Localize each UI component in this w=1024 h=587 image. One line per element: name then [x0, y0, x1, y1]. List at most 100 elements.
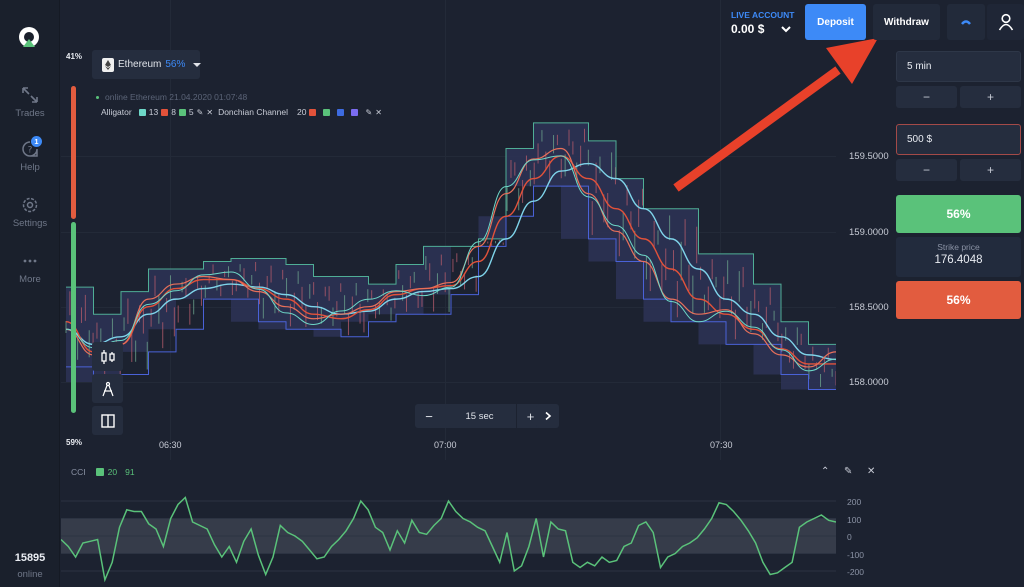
- alligator-lips-value: 5: [188, 107, 194, 117]
- drawing-tools-button[interactable]: [92, 374, 123, 403]
- duration-input[interactable]: 5 min: [896, 51, 1021, 82]
- caret-down-icon: [193, 62, 202, 67]
- edit-pencil-icon[interactable]: ✎: [844, 466, 852, 477]
- donchian-swatch[interactable]: [337, 108, 345, 116]
- asset-selector[interactable]: Ethereum 56%: [92, 50, 202, 79]
- donchian-label: Donchian Channel: [218, 107, 289, 117]
- amount-increase-button[interactable]: +: [960, 159, 1021, 181]
- amount-decrease-button[interactable]: −: [896, 159, 957, 181]
- higher-button[interactable]: 56%: [896, 195, 1021, 233]
- cci-tick-label: 200: [847, 497, 862, 507]
- timeframe-value: 15 sec: [465, 410, 494, 422]
- sidebar: Trades ? 1 Help Settings More 15895 onli…: [0, 0, 60, 587]
- svg-text:?: ?: [28, 146, 33, 156]
- close-icon[interactable]: ✕: [375, 108, 382, 117]
- asset-payout: 56%: [165, 59, 186, 70]
- alligator-teeth-swatch[interactable]: [161, 108, 169, 116]
- sell-sentiment-pct: 41%: [66, 52, 83, 61]
- strike-price-value: 176.4048: [934, 254, 983, 266]
- sidebar-item-label: Trades: [15, 108, 45, 119]
- collapse-chevron-up-icon[interactable]: ⌃: [821, 466, 829, 477]
- donchian-swatch[interactable]: [323, 108, 331, 116]
- edit-pencil-icon[interactable]: ✎: [365, 108, 372, 117]
- cci-tick-label: -100: [847, 550, 865, 560]
- sidebar-item-label: More: [19, 274, 41, 285]
- alligator-teeth-value: 8: [171, 107, 176, 117]
- status-line: online Ethereum 21.04.2020 01:07:48: [96, 92, 247, 102]
- strike-price-label: Strike price: [937, 242, 980, 252]
- duration-decrease-button[interactable]: −: [896, 86, 957, 108]
- chart-type-button[interactable]: [92, 342, 123, 371]
- chevron-down-icon[interactable]: [780, 24, 792, 34]
- close-icon[interactable]: ✕: [867, 466, 875, 477]
- withdraw-button[interactable]: Withdraw: [873, 4, 940, 40]
- alligator-lips-swatch[interactable]: [178, 108, 186, 116]
- amount-input[interactable]: 500 $: [896, 124, 1021, 155]
- timeframe-control: − 15 sec +: [415, 404, 544, 428]
- sidebar-item-label: Help: [20, 162, 40, 173]
- user-icon: [998, 13, 1013, 31]
- timeframe-decrease-button[interactable]: −: [415, 404, 443, 428]
- compass-icon: [101, 381, 114, 396]
- price-tick-label: 158.0000: [849, 377, 889, 388]
- online-dot-icon: [96, 96, 99, 100]
- cci-tick-label: 100: [847, 515, 862, 525]
- strike-price-box: Strike price 176.4048: [896, 237, 1021, 277]
- scroll-forward-button[interactable]: [536, 404, 559, 428]
- asset-name: Ethereum: [118, 59, 162, 70]
- time-tick-label: 07:30: [710, 440, 733, 450]
- deposit-button[interactable]: Deposit: [805, 4, 866, 40]
- buy-sentiment-bar: [71, 222, 76, 413]
- edit-pencil-icon[interactable]: ✎: [197, 108, 204, 117]
- alligator-jaw-value: 13: [148, 107, 159, 117]
- logo-icon: [19, 27, 39, 47]
- profile-button[interactable]: [987, 4, 1024, 40]
- account-type-label: LIVE ACCOUNT: [731, 10, 795, 20]
- sidebar-item-label: Settings: [12, 218, 48, 229]
- donchian-channel-fill: [66, 122, 836, 390]
- account-balance[interactable]: 0.00 $: [731, 22, 764, 36]
- cci-period: 20: [107, 467, 118, 477]
- loading-indicator: [947, 4, 985, 40]
- sidebar-item-trades[interactable]: Trades: [0, 86, 60, 119]
- cci-swatch[interactable]: [95, 468, 104, 476]
- ethereum-icon: [102, 57, 114, 72]
- sell-sentiment-bar: [71, 86, 76, 219]
- time-tick-label: 06:30: [159, 440, 182, 450]
- duration-increase-button[interactable]: +: [960, 86, 1021, 108]
- alligator-jaw-swatch[interactable]: [138, 108, 146, 116]
- indicator-legend: Alligator 13 8 5 ✎ ✕ Donchian Channel 20…: [101, 107, 382, 117]
- gear-icon: [22, 197, 38, 213]
- status-text: online Ethereum 21.04.2020 01:07:48: [105, 92, 248, 102]
- price-tick-label: 159.0000: [849, 227, 889, 238]
- time-tick-label: 07:00: [434, 440, 457, 450]
- alligator-label: Alligator: [101, 107, 132, 117]
- lower-button[interactable]: 56%: [896, 281, 1021, 319]
- cci-label: CCI: [71, 467, 86, 477]
- price-tick-label: 158.5000: [849, 302, 889, 313]
- chevron-right-icon: [544, 411, 551, 421]
- online-label: online: [17, 569, 43, 580]
- cci-legend: CCI 20 91: [71, 467, 135, 477]
- sidebar-item-more[interactable]: More: [0, 252, 60, 285]
- layout-button[interactable]: [92, 406, 123, 435]
- donchian-swatch[interactable]: [309, 108, 317, 116]
- cci-chart[interactable]: [61, 485, 836, 587]
- price-tick-label: 159.5000: [849, 151, 889, 162]
- trading-app: Trades ? 1 Help Settings More 15895 onli…: [0, 0, 1024, 587]
- more-dots-icon: [23, 259, 37, 263]
- buy-sentiment-pct: 59%: [66, 438, 83, 447]
- help-badge: 1: [31, 136, 42, 147]
- online-count: 15895: [14, 552, 46, 564]
- candlestick-icon: [100, 349, 115, 364]
- sidebar-item-settings[interactable]: Settings: [0, 196, 60, 229]
- trades-arrows-icon: [22, 87, 38, 103]
- cci-value: 91: [125, 467, 135, 477]
- sidebar-item-help[interactable]: ? 1 Help: [0, 136, 60, 173]
- cci-tick-label: 0: [847, 532, 852, 542]
- split-layout-icon: [100, 413, 115, 428]
- cci-tick-label: -200: [847, 567, 865, 577]
- close-icon[interactable]: ✕: [206, 108, 213, 117]
- donchian-swatch[interactable]: [351, 108, 359, 116]
- chart-area[interactable]: 159.5000 159.0000 158.5000 158.0000 06:3…: [61, 0, 889, 587]
